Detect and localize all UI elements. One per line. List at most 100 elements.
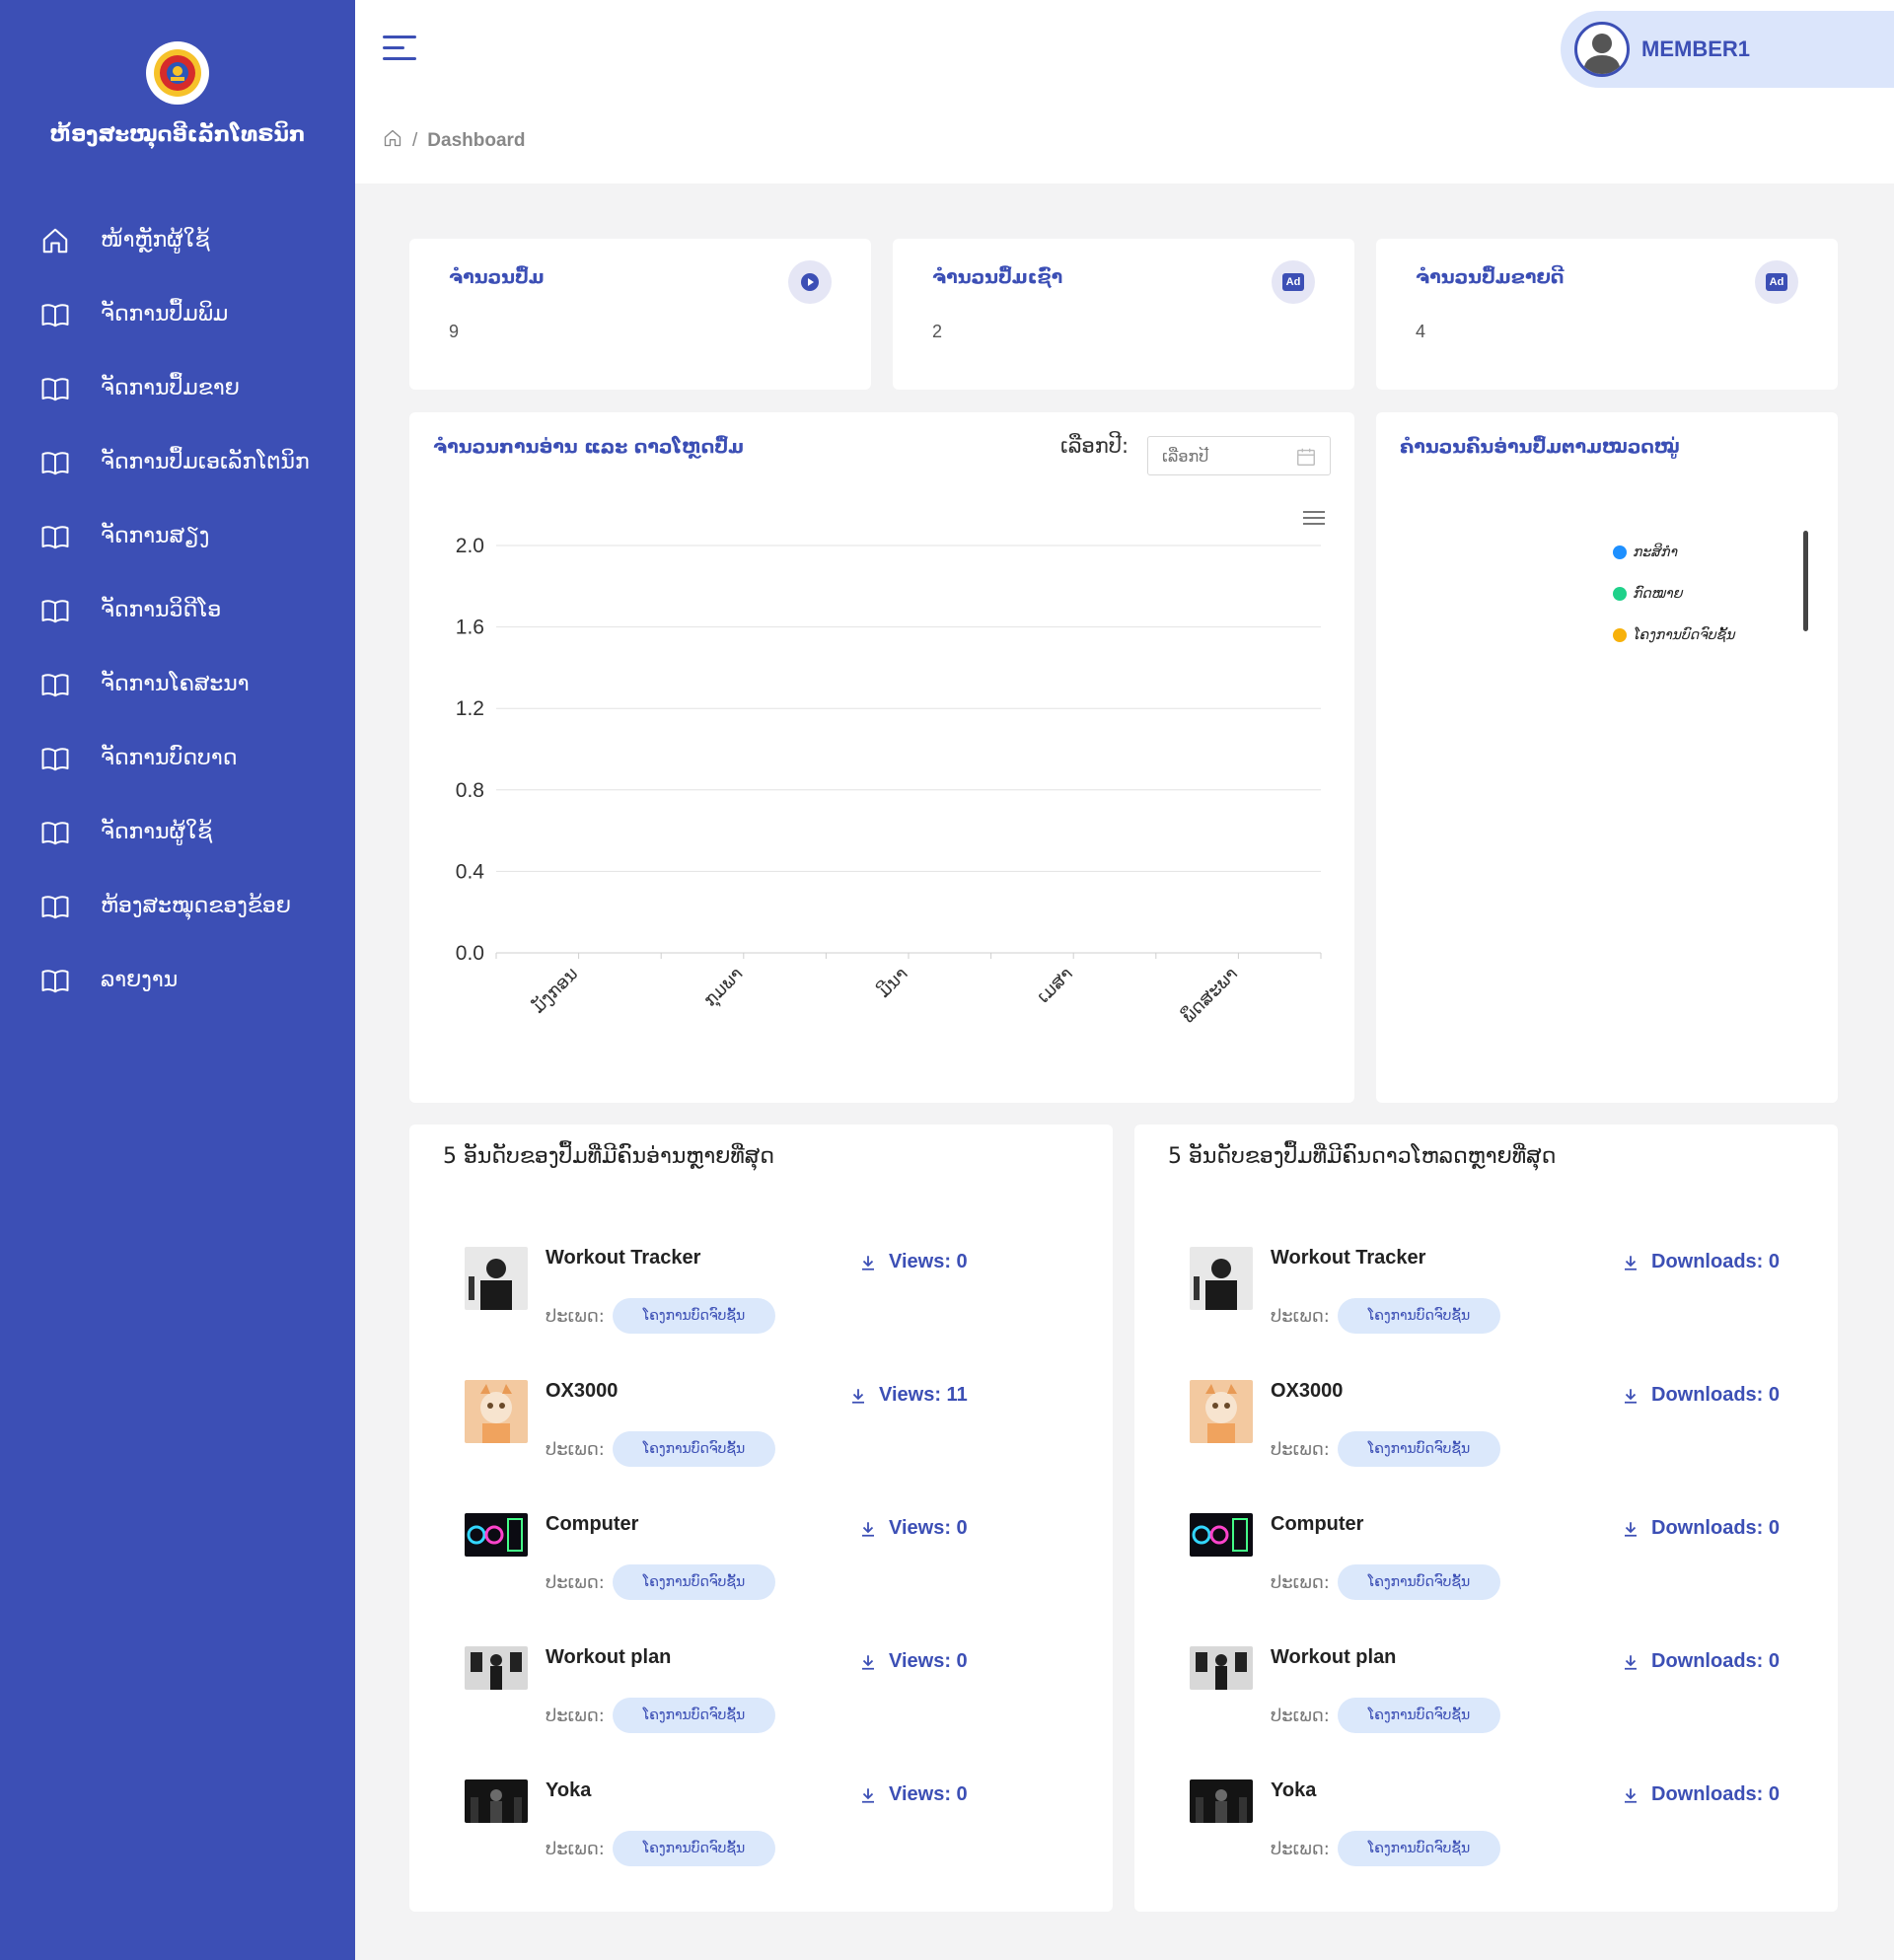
y-tick-label: 0.4 <box>456 860 485 883</box>
sidebar-item-label: ລາຍງານ <box>101 968 179 992</box>
sidebar-item-label: ຈັດການວິດີໂອ <box>101 598 222 622</box>
views-count[interactable]: Views: 0 <box>859 1517 968 1540</box>
ad-icon: Ad <box>1755 260 1798 304</box>
sidebar-item-label: ຫ້ອງສະໝຸດຂອງຂ້ອຍ <box>101 894 291 918</box>
list-title: 5 ອັນດັບຂອງປຶ້ມທີ່ມີຄົນອ່ານຫຼາຍທີ່ສຸດ <box>443 1144 775 1169</box>
views-count[interactable]: Views: 0 <box>859 1783 968 1806</box>
top-views-card: 5 ອັນດັບຂອງປຶ້ມທີ່ມີຄົນອ່ານຫຼາຍທີ່ສຸດ Wo… <box>409 1125 1113 1912</box>
play-icon <box>788 260 832 304</box>
type-badge[interactable]: ໂຄງການບົດຈົບຊັ້ນ <box>1338 1298 1500 1334</box>
list-item[interactable]: Workout plan ປະເພດ: ໂຄງການບົດຈົບຊັ້ນ Dow… <box>1190 1646 1782 1765</box>
download-icon <box>1625 1255 1637 1270</box>
type-badge[interactable]: ໂຄງການບົດຈົບຊັ້ນ <box>613 1431 775 1467</box>
user-menu[interactable]: MEMBER1 <box>1561 11 1894 88</box>
sidebar-item-sale-books[interactable]: ຈັດການປຶ້ມຂາຍ <box>0 351 355 425</box>
book-title: OX3000 <box>546 1380 619 1402</box>
top-header: MEMBER1 / Dashboard <box>355 0 1894 183</box>
stat-text: Views: 11 <box>879 1384 968 1406</box>
book-thumbnail <box>465 1779 528 1823</box>
type-label: ປະເພດ: <box>1271 1706 1330 1726</box>
type-badge[interactable]: ໂຄງການບົດຈົບຊັ້ນ <box>1338 1564 1500 1600</box>
calendar-icon[interactable] <box>1295 446 1317 472</box>
list-item[interactable]: Computer ປະເພດ: ໂຄງການບົດຈົບຊັ້ນ Downloa… <box>1190 1513 1782 1632</box>
type-badge[interactable]: ໂຄງການບົດຈົບຊັ້ນ <box>1338 1698 1500 1733</box>
type-badge[interactable]: ໂຄງການບົດຈົບຊັ້ນ <box>613 1698 775 1733</box>
type-badge[interactable]: ໂຄງການບົດຈົບຊັ້ນ <box>613 1298 775 1334</box>
home-icon[interactable] <box>383 128 402 154</box>
legend-dot <box>1613 587 1627 601</box>
x-tick-label: ກຸມພາ <box>699 964 748 1012</box>
breadcrumb-separator: / <box>412 130 418 151</box>
stat-title: ຈຳນວນປຶ້ມຂາຍດີ <box>1416 266 1565 288</box>
book-icon <box>39 595 71 626</box>
book-thumbnail <box>1190 1779 1253 1823</box>
downloads-count[interactable]: Downloads: 0 <box>1622 1384 1780 1407</box>
sidebar-item-roles[interactable]: ຈັດການບົດບາດ <box>0 721 355 795</box>
list-item[interactable]: Workout plan ປະເພດ: ໂຄງການບົດຈົບຊັ້ນ Vie… <box>465 1646 1056 1765</box>
views-count[interactable]: Views: 11 <box>849 1384 968 1407</box>
book-icon <box>39 817 71 848</box>
avatar <box>1574 22 1630 77</box>
book-thumbnail <box>465 1247 528 1310</box>
breadcrumb-current: Dashboard <box>427 130 526 151</box>
type-badge[interactable]: ໂຄງການບົດຈົບຊັ້ນ <box>613 1831 775 1866</box>
book-title: Workout Tracker <box>546 1247 701 1269</box>
legend-item[interactable]: ໂຄງການບົດຈົບຊັ້ນ <box>1613 627 1734 643</box>
list-item[interactable]: Yoka ປະເພດ: ໂຄງການບົດຈົບຊັ້ນ Views: 0 <box>465 1779 1056 1898</box>
downloads-count[interactable]: Downloads: 0 <box>1622 1650 1780 1673</box>
type-badge[interactable]: ໂຄງການບົດຈົບຊັ້ນ <box>1338 1431 1500 1467</box>
stat-title: ຈຳນວນປຶ້ມເຊົ່າ <box>932 266 1063 288</box>
emblem-logo[interactable] <box>146 41 209 105</box>
book-thumbnail <box>1190 1513 1253 1557</box>
chart-title: ຄຳນວນຄົນອ່ານປຶ້ມຕາມໝວດໝູ່ <box>1400 436 1680 458</box>
stat-text: Downloads: 0 <box>1651 1517 1781 1539</box>
x-tick-label: ມີນາ <box>874 964 912 1002</box>
list-item[interactable]: Yoka ປະເພດ: ໂຄງການບົດຈົບຊັ້ນ Downloads: … <box>1190 1779 1782 1898</box>
line-chart: 0.0 0.4 0.8 1.2 1.6 2.0 ມັງກອນ ກຸມພາ ມີນາ ເມສາ ພຶດ… <box>456 535 1322 1027</box>
menu-toggle-icon[interactable] <box>383 36 418 63</box>
sidebar-item-label: ຈັດການຜູ້ໃຊ້ <box>101 820 213 844</box>
sidebar-item-users[interactable]: ຈັດການຜູ້ໃຊ້ <box>0 795 355 869</box>
type-badge[interactable]: ໂຄງການບົດຈົບຊັ້ນ <box>613 1564 775 1600</box>
site-title: ຫ້ອງສະໝຸດອີເລັກໂທຣນິກ <box>49 122 306 146</box>
type-label: ປະເພດ: <box>546 1706 605 1726</box>
download-icon <box>1625 1521 1637 1537</box>
list-item[interactable]: Computer ປະເພດ: ໂຄງການບົດຈົບຊັ້ນ Views: … <box>465 1513 1056 1632</box>
download-icon <box>1625 1654 1637 1670</box>
download-icon <box>862 1787 874 1803</box>
list-item[interactable]: OX3000 ປະເພດ: ໂຄງການບົດຈົບຊັ້ນ Downloads… <box>1190 1380 1782 1498</box>
sidebar-item-user-home[interactable]: ໜ້າຫຼັກຜູ້ໃຊ້ <box>0 203 355 277</box>
type-badge[interactable]: ໂຄງການບົດຈົບຊັ້ນ <box>1338 1831 1500 1866</box>
type-label: ປະເພດ: <box>1271 1572 1330 1593</box>
sidebar-item-printed-books[interactable]: ຈັດການປຶ້ມພິມ <box>0 277 355 351</box>
sidebar-item-reports[interactable]: ລາຍງານ <box>0 943 355 1017</box>
downloads-count[interactable]: Downloads: 0 <box>1622 1251 1780 1273</box>
chart-title: ຈຳນວນການອ່ານ ແລະ ດາວໂຫຼດປຶ້ມ <box>433 436 745 458</box>
sidebar-item-video[interactable]: ຈັດການວິດີໂອ <box>0 573 355 647</box>
sidebar-item-label: ຈັດການປຶ້ມເອເລັກໂຕນິກ <box>101 450 310 474</box>
download-icon <box>862 1654 874 1670</box>
sidebar-item-label: ຈັດການບົດບາດ <box>101 746 238 770</box>
type-label: ປະເພດ: <box>1271 1306 1330 1327</box>
sidebar-item-audio[interactable]: ຈັດການສຽງ <box>0 499 355 573</box>
sidebar-item-ads[interactable]: ຈັດການໂຄສະນາ <box>0 647 355 721</box>
views-count[interactable]: Views: 0 <box>859 1650 968 1673</box>
sidebar-item-ebooks[interactable]: ຈັດການປຶ້ມເອເລັກໂຕນິກ <box>0 425 355 499</box>
chart-menu-icon[interactable] <box>1303 511 1325 529</box>
views-count[interactable]: Views: 0 <box>859 1251 968 1273</box>
legend-item[interactable]: ກະສິກຳ <box>1613 544 1677 560</box>
book-icon <box>39 447 71 478</box>
downloads-count[interactable]: Downloads: 0 <box>1622 1783 1780 1806</box>
list-item[interactable]: OX3000 ປະເພດ: ໂຄງການບົດຈົບຊັ້ນ Views: 11 <box>465 1380 1056 1498</box>
sidebar-item-my-library[interactable]: ຫ້ອງສະໝຸດຂອງຂ້ອຍ <box>0 869 355 943</box>
stat-text: Downloads: 0 <box>1651 1251 1781 1272</box>
stat-text: Views: 0 <box>889 1650 968 1672</box>
downloads-count[interactable]: Downloads: 0 <box>1622 1517 1780 1540</box>
legend-scrollbar[interactable] <box>1803 531 1808 631</box>
list-item[interactable]: Workout Tracker ປະເພດ: ໂຄງການບົດຈົບຊັ້ນ … <box>1190 1247 1782 1365</box>
list-item[interactable]: Workout Tracker ປະເພດ: ໂຄງການບົດຈົບຊັ້ນ … <box>465 1247 1056 1365</box>
legend-item[interactable]: ກົດໝາຍ <box>1613 586 1682 602</box>
stat-value: 2 <box>932 322 943 341</box>
download-icon <box>1625 1787 1637 1803</box>
download-icon <box>862 1521 874 1537</box>
